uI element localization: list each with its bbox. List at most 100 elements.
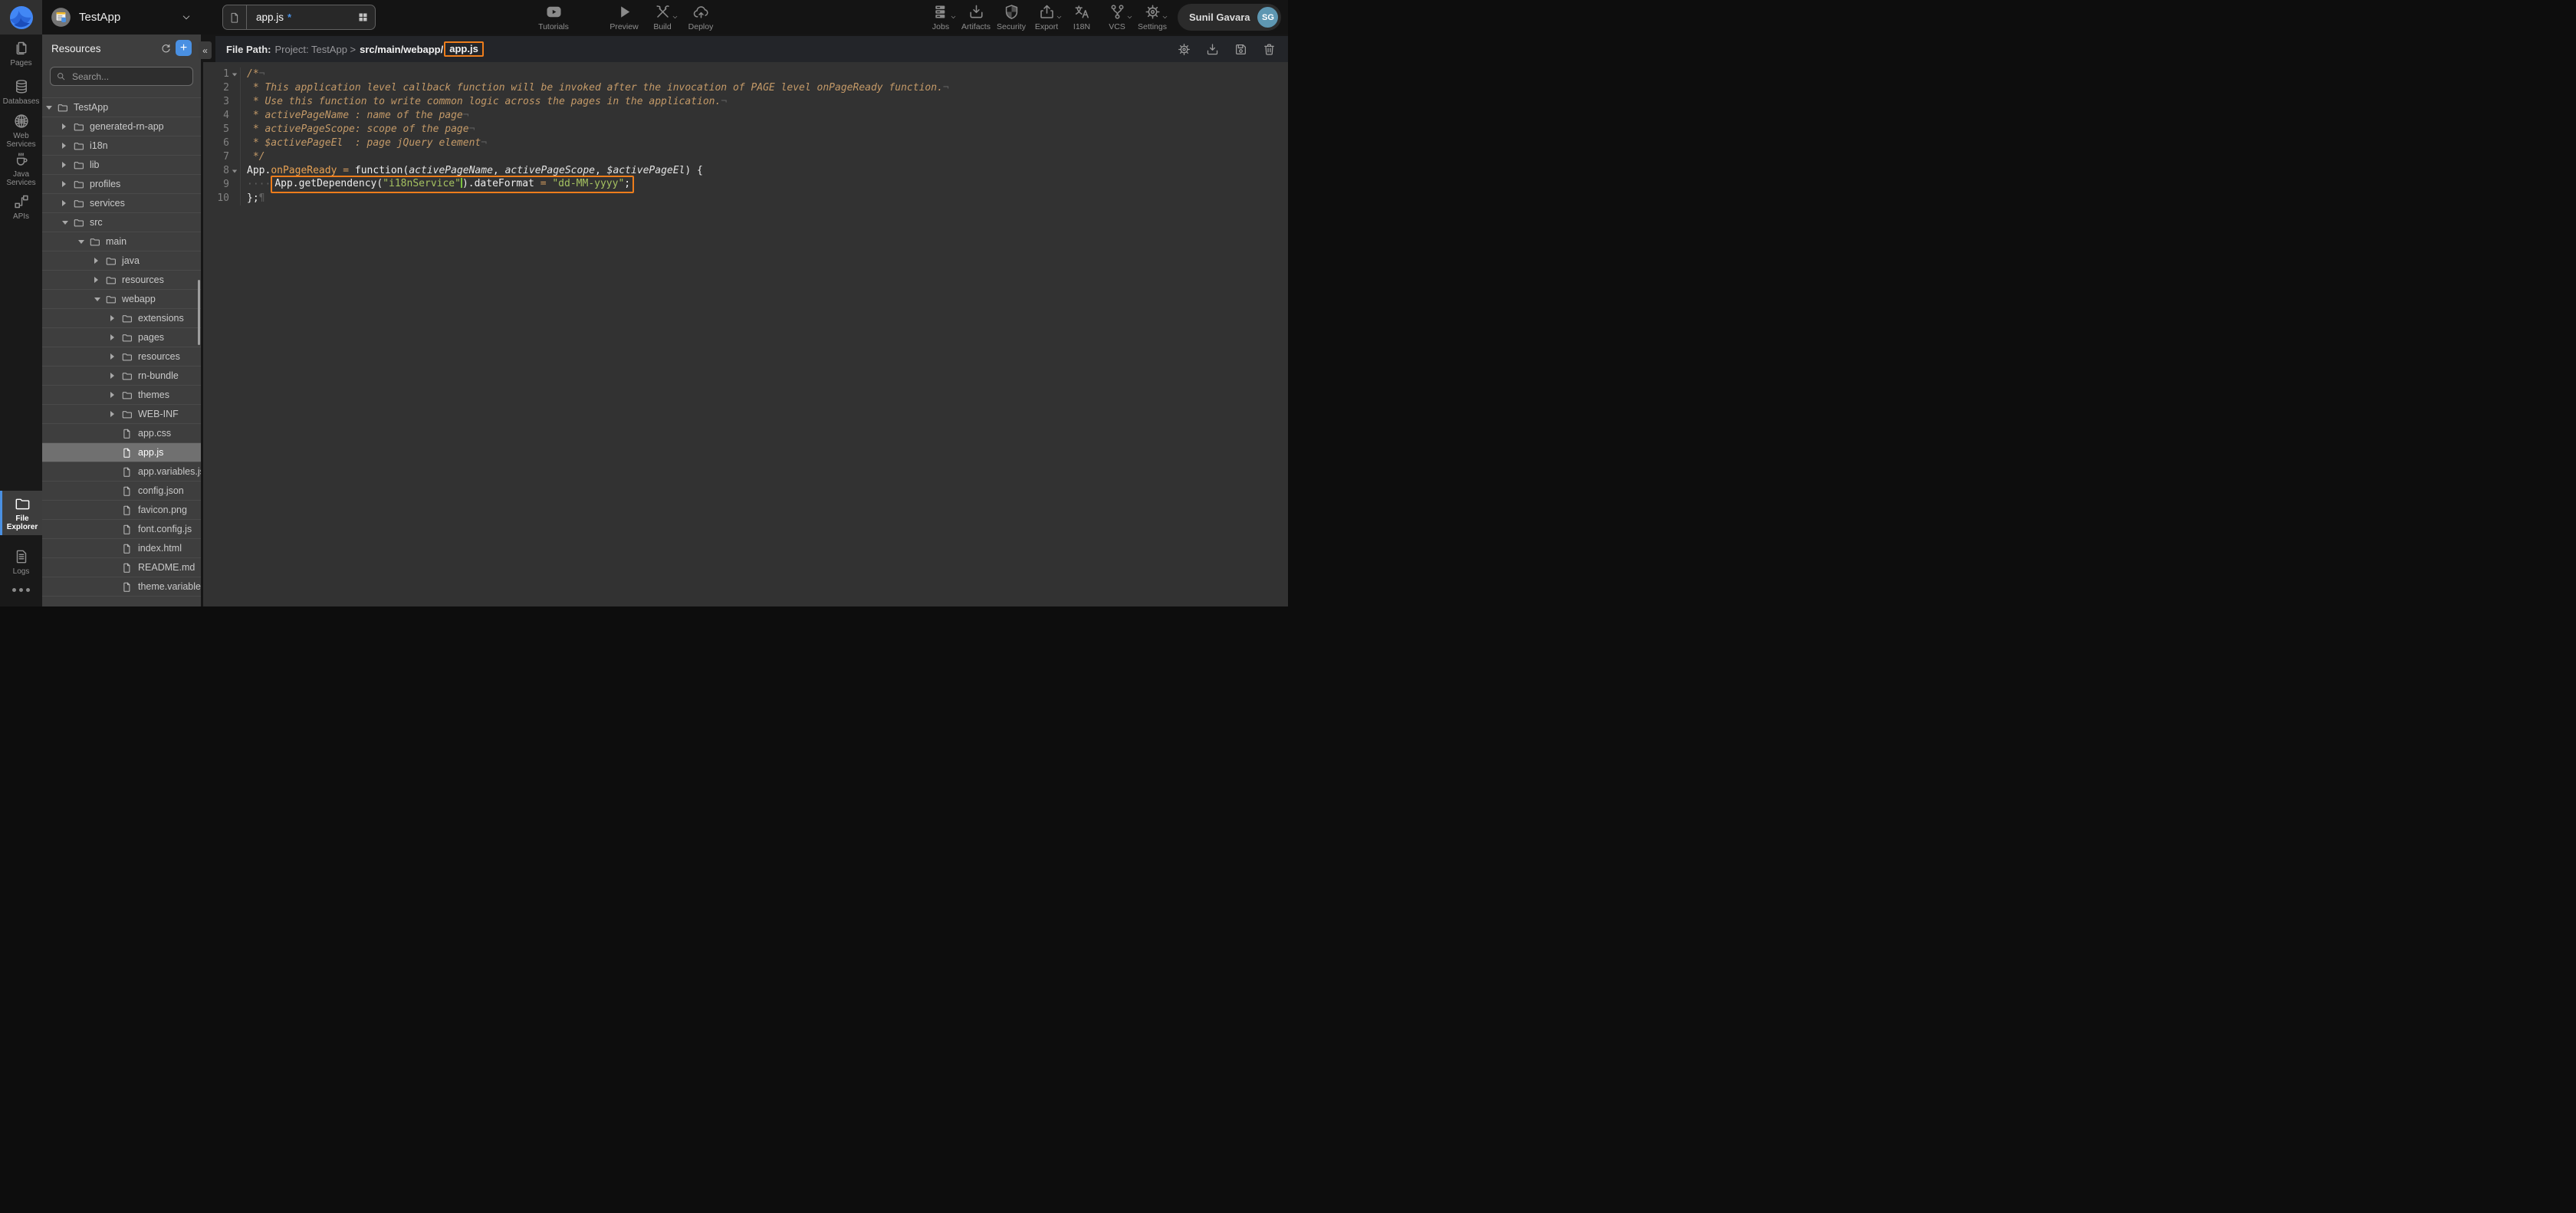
tree-item-profiles[interactable]: profiles [42, 175, 201, 194]
tree-item-app.js[interactable]: app.js [42, 443, 201, 462]
sidebar-item-pages[interactable]: Pages [0, 35, 42, 73]
tree-item-themes[interactable]: themes [42, 386, 201, 405]
sidebar-item-logs[interactable]: Logs [0, 543, 42, 581]
fold-caret-icon[interactable] [229, 164, 240, 178]
refresh-icon[interactable] [160, 43, 172, 54]
folder-icon [57, 102, 68, 113]
tree-item-label: config.json [138, 485, 184, 496]
gear-icon[interactable] [1177, 42, 1191, 57]
caret-right-icon[interactable] [62, 123, 73, 130]
menu-i18n[interactable]: I18N [1065, 0, 1099, 35]
tree-item-config.json[interactable]: config.json [42, 482, 201, 501]
caret-down-icon[interactable] [94, 297, 105, 301]
caret-right-icon[interactable] [110, 315, 121, 321]
grid-view-icon[interactable] [357, 12, 369, 23]
chevron-down-icon[interactable] [181, 12, 192, 23]
code-line-2: 2 * This application level callback func… [203, 81, 1288, 95]
sidebar-item-file-explorer[interactable]: File Explorer [0, 491, 42, 535]
tree-item-label: services [90, 198, 125, 209]
caret-right-icon[interactable] [110, 334, 121, 340]
caret-right-icon[interactable] [62, 200, 73, 206]
menu-deploy[interactable]: Deploy [684, 0, 718, 35]
tree-item-WEB-INF[interactable]: WEB-INF [42, 405, 201, 424]
folder-icon [121, 390, 133, 401]
caret-right-icon[interactable] [110, 411, 121, 417]
more-menu-button[interactable] [0, 588, 42, 592]
tree-item-main[interactable]: main [42, 232, 201, 251]
tree-item-extensions[interactable]: extensions [42, 309, 201, 328]
export-icon [1038, 3, 1056, 21]
sidebar-item-label: Logs [13, 567, 30, 576]
menu-export[interactable]: Export [1030, 0, 1063, 35]
tutorials-icon [545, 3, 563, 21]
wavemaker-studio: TestApp app.js * Tutorials PreviewBuildDe… [0, 0, 1288, 606]
caret-down-icon[interactable] [46, 106, 57, 110]
tree-item-favicon.png[interactable]: favicon.png [42, 501, 201, 520]
artifacts-icon [968, 3, 985, 21]
menu-label: Tutorials [538, 22, 569, 31]
caret-right-icon[interactable] [94, 258, 105, 264]
caret-down-icon[interactable] [62, 221, 73, 225]
trash-icon[interactable] [1262, 42, 1276, 57]
file-icon [121, 524, 133, 535]
menu-security[interactable]: Security [994, 0, 1028, 35]
code-editor[interactable]: 1/*¬2 * This application level callback … [203, 62, 1288, 606]
tree-item-font.config.js[interactable]: font.config.js [42, 520, 201, 539]
tree-item-i18n[interactable]: i18n [42, 136, 201, 156]
sidebar-item-web-services[interactable]: Web Services [0, 111, 42, 150]
tree-item-webapp[interactable]: webapp [42, 290, 201, 309]
menu-tutorials[interactable]: Tutorials [537, 0, 570, 35]
tree-item-src[interactable]: src [42, 213, 201, 232]
caret-right-icon[interactable] [62, 162, 73, 168]
download-icon[interactable] [1205, 42, 1220, 57]
caret-right-icon[interactable] [62, 143, 73, 149]
search-input[interactable] [71, 71, 187, 83]
tree-item-README.md[interactable]: README.md [42, 558, 201, 577]
menu-artifacts[interactable]: Artifacts [959, 0, 993, 35]
sidebar-item-apis[interactable]: APIs [0, 188, 42, 226]
project-switcher[interactable]: TestApp [51, 0, 120, 35]
caret-right-icon[interactable] [110, 353, 121, 360]
app-logo[interactable] [0, 0, 42, 35]
file-path-project: Project: TestApp > [275, 44, 356, 55]
tree-item-java[interactable]: java [42, 251, 201, 271]
menu-jobs[interactable]: Jobs [924, 0, 958, 35]
sidebar-item-label: APIs [13, 212, 29, 221]
menu-settings[interactable]: Settings [1135, 0, 1169, 35]
tree-item-index.html[interactable]: index.html [42, 539, 201, 558]
tree-item-TestApp[interactable]: TestApp [42, 98, 201, 117]
java-services-icon [13, 151, 30, 168]
tree-item-pages[interactable]: pages [42, 328, 201, 347]
fold-caret-icon[interactable] [229, 67, 240, 81]
tree-item-services[interactable]: services [42, 194, 201, 213]
folder-icon [89, 236, 100, 248]
tree-item-app.variables.js[interactable]: app.variables.js [42, 462, 201, 482]
caret-right-icon[interactable] [94, 277, 105, 283]
caret-right-icon[interactable] [62, 181, 73, 187]
tree-item-app.css[interactable]: app.css [42, 424, 201, 443]
user-menu[interactable]: Sunil Gavara SG [1178, 4, 1281, 31]
tree-item-theme.variables[interactable]: theme.variables [42, 577, 201, 597]
tree-item-lib[interactable]: lib [42, 156, 201, 175]
folder-icon [121, 313, 133, 324]
collapse-panel-button[interactable]: « [199, 41, 212, 59]
caret-right-icon[interactable] [110, 392, 121, 398]
menu-vcs[interactable]: VCS [1100, 0, 1134, 35]
tree-item-resources[interactable]: resources [42, 347, 201, 367]
menu-preview[interactable]: Preview [607, 0, 641, 35]
menu-label: Security [997, 22, 1026, 31]
save-icon[interactable] [1234, 42, 1248, 57]
tab-app-js[interactable]: app.js * [222, 5, 376, 30]
tree-item-rn-bundle[interactable]: rn-bundle [42, 367, 201, 386]
sidebar-item-java-services[interactable]: Java Services [0, 150, 42, 188]
tree-item-resources[interactable]: resources [42, 271, 201, 290]
panel-scrollbar[interactable] [198, 280, 200, 345]
sidebar-item-databases[interactable]: Databases [0, 73, 42, 111]
caret-right-icon[interactable] [110, 373, 121, 379]
caret-down-icon[interactable] [78, 240, 89, 244]
add-resource-button[interactable]: + [176, 40, 192, 56]
menu-build[interactable]: Build [646, 0, 679, 35]
tree-item-generated-rn-app[interactable]: generated-rn-app [42, 117, 201, 136]
tree-item-label: pages [138, 332, 164, 343]
modified-indicator: * [288, 12, 291, 23]
